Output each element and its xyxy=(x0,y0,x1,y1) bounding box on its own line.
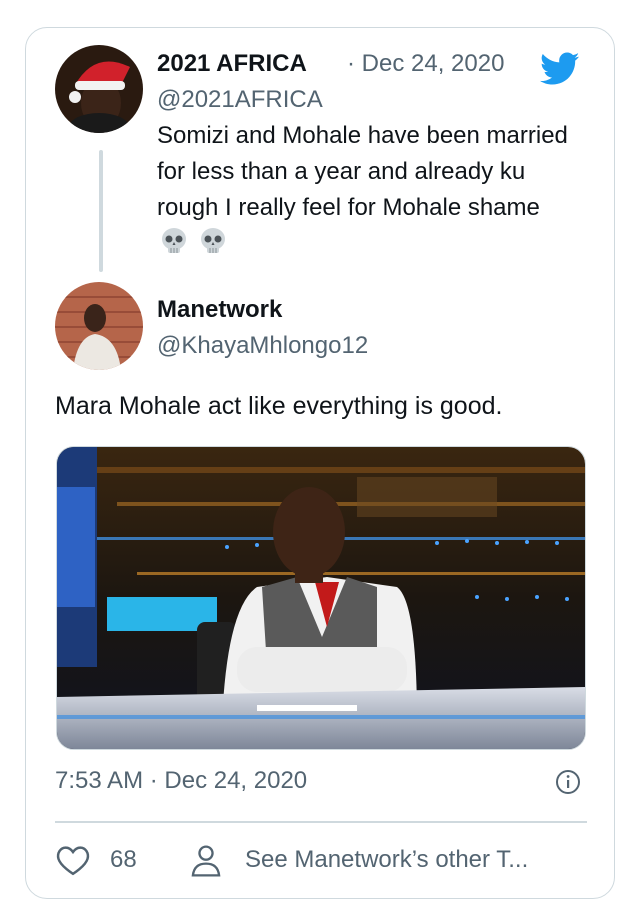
quoted-text-body: Somizi and Mohale have been married for … xyxy=(157,122,568,221)
avatar-manetwork[interactable] xyxy=(55,282,143,370)
thread-connector xyxy=(99,150,103,272)
info-icon[interactable] xyxy=(555,769,581,795)
skull-icon xyxy=(198,226,228,267)
heart-icon[interactable] xyxy=(55,844,91,881)
tweet-media-image[interactable] xyxy=(56,446,586,750)
tweet-timestamp[interactable]: 7:53 AM · Dec 24, 2020 xyxy=(55,767,307,795)
reply-author-name[interactable]: Manetwork xyxy=(157,296,282,324)
avatar-2021africa[interactable] xyxy=(55,45,143,133)
see-other-tweets-label[interactable]: See Manetwork’s other T... xyxy=(245,846,528,874)
quoted-handle[interactable]: @2021AFRICA xyxy=(157,86,323,114)
like-count: 68 xyxy=(110,846,137,873)
action-divider xyxy=(55,821,587,823)
person-icon[interactable] xyxy=(190,844,222,883)
skull-icon xyxy=(159,226,189,267)
quoted-author-name[interactable]: 2021 AFRICA xyxy=(157,50,307,78)
reply-text: Mara Mohale act like everything is good. xyxy=(55,392,503,420)
twitter-bird-icon[interactable] xyxy=(540,52,580,86)
quoted-tweet-text: Somizi and Mohale have been married for … xyxy=(157,118,577,267)
reply-handle[interactable]: @KhayaMhlongo12 xyxy=(157,332,368,360)
quoted-date[interactable]: · Dec 24, 2020 xyxy=(347,50,504,78)
